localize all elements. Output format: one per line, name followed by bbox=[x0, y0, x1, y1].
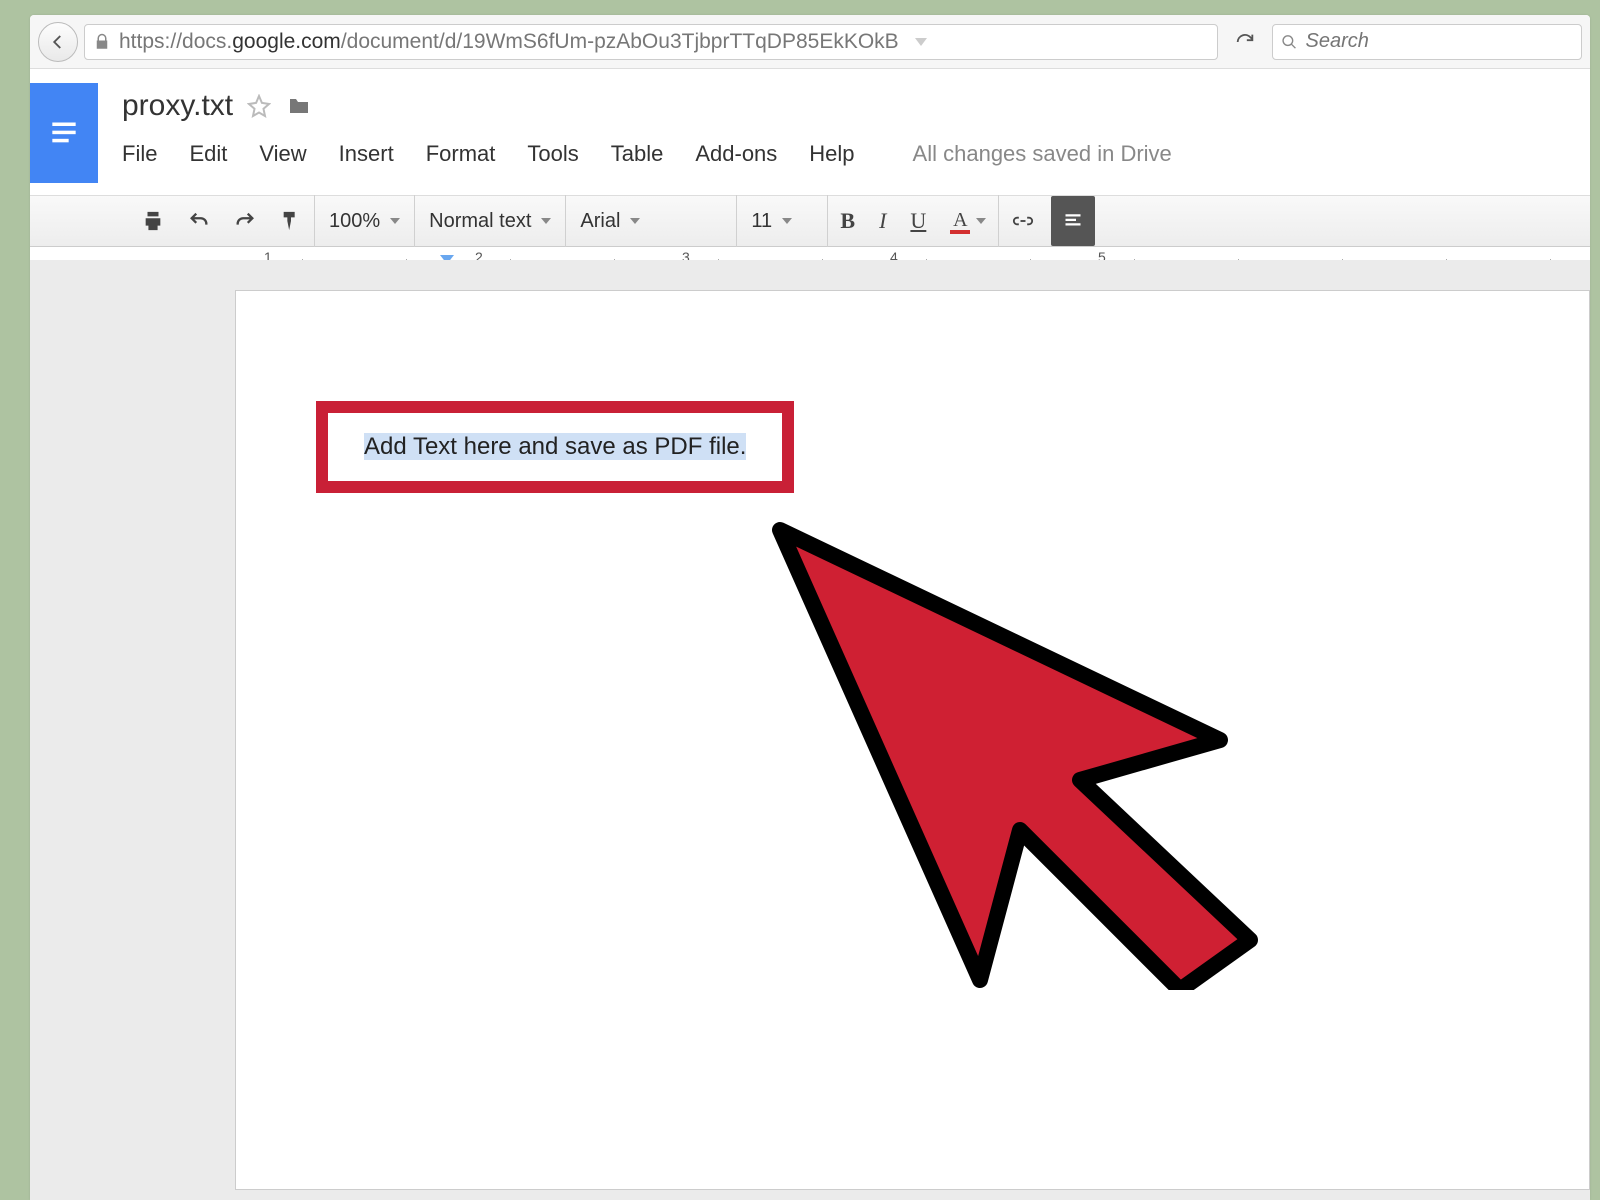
style-selector[interactable]: Normal text bbox=[415, 196, 565, 246]
toolbar: 100% Normal text Arial 11 B I U A bbox=[30, 195, 1590, 247]
search-box[interactable] bbox=[1272, 24, 1582, 60]
dropdown-arrow-icon bbox=[630, 218, 640, 224]
menu-view[interactable]: View bbox=[259, 141, 306, 167]
style-value: Normal text bbox=[429, 210, 531, 233]
bold-icon: B bbox=[840, 208, 855, 234]
menu-addons[interactable]: Add-ons bbox=[695, 141, 777, 167]
menu-bar: File Edit View Insert Format Tools Table… bbox=[122, 141, 1590, 167]
docs-header: proxy.txt File Edit View Insert Format T… bbox=[30, 69, 1590, 183]
text-color-button[interactable]: A bbox=[938, 196, 998, 246]
menu-insert[interactable]: Insert bbox=[339, 141, 394, 167]
back-button[interactable] bbox=[38, 22, 78, 62]
browser-window: https://docs.google.com/document/d/19WmS… bbox=[30, 15, 1590, 1200]
font-size-value: 11 bbox=[751, 210, 772, 233]
paint-format-icon bbox=[280, 210, 302, 232]
italic-icon: I bbox=[879, 208, 886, 234]
font-size-selector[interactable]: 11 bbox=[737, 196, 827, 246]
address-bar: https://docs.google.com/document/d/19WmS… bbox=[30, 15, 1590, 69]
link-icon bbox=[1011, 211, 1035, 231]
text-color-icon: A bbox=[950, 209, 970, 234]
bold-button[interactable]: B bbox=[828, 196, 867, 246]
dropdown-arrow-icon bbox=[390, 218, 400, 224]
italic-button[interactable]: I bbox=[867, 196, 898, 246]
underline-button[interactable]: U bbox=[898, 196, 938, 246]
url-text: https://docs.google.com/document/d/19WmS… bbox=[119, 30, 899, 54]
menu-file[interactable]: File bbox=[122, 141, 157, 167]
menu-tools[interactable]: Tools bbox=[527, 141, 578, 167]
folder-icon[interactable] bbox=[285, 94, 313, 118]
insert-link-button[interactable] bbox=[999, 196, 1047, 246]
document-body-text[interactable]: Add Text here and save as PDF file. bbox=[364, 433, 746, 460]
save-status: All changes saved in Drive bbox=[913, 141, 1172, 167]
back-arrow-icon bbox=[49, 33, 67, 51]
menu-table[interactable]: Table bbox=[611, 141, 664, 167]
menu-edit[interactable]: Edit bbox=[189, 141, 227, 167]
zoom-selector[interactable]: 100% bbox=[315, 196, 414, 246]
align-left-icon bbox=[1063, 212, 1083, 230]
reload-icon bbox=[1234, 31, 1256, 53]
reload-button[interactable] bbox=[1228, 25, 1262, 59]
undo-icon bbox=[188, 210, 210, 232]
document-page[interactable]: Add Text here and save as PDF file. I bbox=[235, 290, 1590, 1190]
dropdown-arrow-icon bbox=[782, 218, 792, 224]
annotation-highlight-box: Add Text here and save as PDF file. bbox=[316, 401, 794, 493]
url-bar[interactable]: https://docs.google.com/document/d/19WmS… bbox=[84, 24, 1218, 60]
font-value: Arial bbox=[580, 210, 620, 233]
undo-button[interactable] bbox=[176, 196, 222, 246]
zoom-value: 100% bbox=[329, 210, 380, 233]
menu-format[interactable]: Format bbox=[426, 141, 496, 167]
dropdown-arrow-icon bbox=[541, 218, 551, 224]
docs-home-icon bbox=[47, 119, 81, 147]
redo-button[interactable] bbox=[222, 196, 268, 246]
redo-icon bbox=[234, 210, 256, 232]
text-cursor-icon: I bbox=[901, 791, 911, 825]
dropdown-arrow-icon bbox=[976, 218, 986, 224]
canvas-area: Add Text here and save as PDF file. I bbox=[30, 260, 1590, 1200]
document-title[interactable]: proxy.txt bbox=[122, 89, 233, 123]
print-icon bbox=[142, 210, 164, 232]
docs-logo[interactable] bbox=[30, 83, 98, 183]
search-input[interactable] bbox=[1305, 30, 1573, 53]
align-button[interactable] bbox=[1051, 196, 1095, 246]
url-dropdown-icon[interactable] bbox=[915, 38, 927, 46]
font-selector[interactable]: Arial bbox=[566, 196, 736, 246]
lock-icon bbox=[93, 32, 111, 52]
star-icon[interactable] bbox=[247, 94, 271, 118]
print-button[interactable] bbox=[130, 196, 176, 246]
paint-format-button[interactable] bbox=[268, 196, 314, 246]
search-icon bbox=[1281, 33, 1297, 51]
menu-help[interactable]: Help bbox=[809, 141, 854, 167]
underline-icon: U bbox=[910, 208, 926, 234]
